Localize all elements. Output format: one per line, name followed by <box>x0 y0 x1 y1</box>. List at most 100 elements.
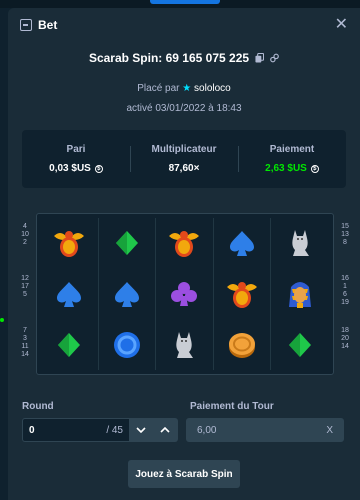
currency-icon: $ <box>310 164 319 173</box>
close-icon[interactable]: ✕ <box>335 17 348 33</box>
payline-number: 19 <box>341 299 349 306</box>
stat-multiplier-value: 87,60× <box>168 163 200 174</box>
stat-payout: Paiement 2,63 $US $ <box>238 144 346 174</box>
currency-icon: $ <box>94 164 103 173</box>
paylines-right: 15 13 8 16 1 6 19 18 20 14 <box>336 223 354 379</box>
stat-payout-value-row: 2,63 $US $ <box>238 163 346 174</box>
round-up-button[interactable] <box>153 419 177 441</box>
top-accent <box>150 0 220 4</box>
copy-icon[interactable] <box>255 53 265 63</box>
slot-board-area: 4 10 2 12 17 5 7 3 11 14 15 13 8 16 1 6 19 18 20 14 <box>8 213 360 383</box>
slot-cell <box>99 268 157 320</box>
payline-group: 15 13 8 <box>336 223 354 275</box>
spade-blue-icon <box>230 231 255 257</box>
stat-multiplier-value-row: 87,60× <box>130 163 238 174</box>
payline-group: 7 3 11 14 <box>16 327 34 379</box>
slot-cell <box>271 218 329 269</box>
payline-number: 6 <box>343 291 347 298</box>
stats-panel: Pari 0,03 $US $ Multiplicateur 87,60× Pa… <box>22 130 346 188</box>
placed-by-label: Placé par <box>137 83 180 94</box>
paylines-left: 4 10 2 12 17 5 7 3 11 14 <box>16 223 34 379</box>
chevron-down-icon <box>136 427 146 433</box>
payline-number: 15 <box>341 223 349 230</box>
club-purple-icon <box>171 281 198 306</box>
slot-cell <box>41 268 99 320</box>
scarab-icon <box>169 231 200 258</box>
payline-number: 18 <box>341 327 349 334</box>
bet-modal: Bet ✕ Scarab Spin: 69 165 075 225 Placé … <box>8 8 360 500</box>
coin-gold-icon <box>229 332 256 358</box>
username[interactable]: sololoco <box>194 83 231 94</box>
spade-blue-icon <box>114 281 139 307</box>
slot-cell <box>41 319 99 370</box>
bet-date: activé 03/01/2022 à 18:43 <box>126 103 242 114</box>
round-payout-suffix: X <box>326 424 333 436</box>
spade-blue-icon <box>57 281 82 307</box>
slot-cell <box>214 319 272 370</box>
game-id-row: Scarab Spin: 69 165 075 225 <box>8 51 360 65</box>
payline-number: 8 <box>343 239 347 246</box>
slot-cell <box>156 218 214 269</box>
status-dot <box>0 318 4 322</box>
payline-number: 10 <box>21 231 29 238</box>
payline-number: 16 <box>341 275 349 282</box>
payline-number: 13 <box>341 231 349 238</box>
placed-by-row: Placé par ★ sololoco <box>8 83 360 94</box>
payline-group: 12 17 5 <box>16 275 34 327</box>
slot-cell <box>271 319 329 370</box>
game-id: Scarab Spin: 69 165 075 225 <box>88 51 250 65</box>
modal-title: Bet <box>38 18 58 32</box>
round-label: Round <box>22 401 54 412</box>
slot-cell <box>99 319 157 370</box>
cat-statue-icon <box>176 331 194 358</box>
round-stepper: 0 / 45 <box>22 418 178 442</box>
round-payout-label: Paiement du Tour <box>190 401 274 412</box>
payline-group: 4 10 2 <box>16 223 34 275</box>
slot-cell <box>41 218 99 269</box>
play-game-button[interactable]: Jouez à Scarab Spin <box>128 460 240 488</box>
inputs-row: 0 / 45 6,00 X <box>8 418 360 442</box>
diamond-green-icon <box>58 332 81 357</box>
round-value: 0 <box>29 424 35 436</box>
payline-number: 14 <box>341 343 349 350</box>
ring-blue-icon <box>113 331 140 358</box>
controls: Round Paiement du Tour 0 / 45 6,00 X <box>8 401 360 442</box>
stat-multiplier-label: Multiplicateur <box>151 144 217 155</box>
payline-number: 2 <box>23 239 27 246</box>
slot-cell <box>214 268 272 320</box>
round-field[interactable]: 0 / 45 <box>23 419 129 441</box>
payline-number: 3 <box>23 335 27 342</box>
payline-number: 20 <box>341 335 349 342</box>
round-down-button[interactable] <box>129 419 153 441</box>
slot-cell <box>271 269 329 320</box>
scarab-icon <box>227 281 258 308</box>
stat-bet-label: Pari <box>66 144 86 155</box>
slot-cell <box>156 319 214 370</box>
stat-bet-value: 0,03 $US <box>49 163 91 174</box>
slot-cell <box>156 268 214 320</box>
round-payout-field: 6,00 X <box>186 418 344 442</box>
stat-payout-label: Paiement <box>269 144 315 155</box>
cat-statue-icon <box>292 230 310 257</box>
payline-group: 16 1 6 19 <box>336 275 354 327</box>
slot-cell <box>214 218 272 269</box>
payline-group: 18 20 14 <box>336 327 354 379</box>
payline-number: 4 <box>23 223 27 230</box>
scarab-icon <box>54 231 85 258</box>
field-labels: Round Paiement du Tour <box>8 401 360 412</box>
payline-number: 12 <box>21 275 29 282</box>
pharaoh-icon <box>289 281 312 308</box>
payline-number: 7 <box>23 327 27 334</box>
stat-payout-value: 2,63 $US <box>265 163 307 174</box>
star-icon: ★ <box>182 83 192 94</box>
link-icon[interactable] <box>270 53 279 63</box>
stat-multiplier: Multiplicateur 87,60× <box>130 144 238 174</box>
stat-bet-value-row: 0,03 $US $ <box>22 163 130 174</box>
payline-number: 5 <box>23 291 27 298</box>
slot-board <box>36 213 334 375</box>
payline-number: 11 <box>21 343 29 350</box>
payline-number: 17 <box>21 283 29 290</box>
modal-header: Bet ✕ <box>8 8 360 42</box>
diamond-green-icon <box>289 332 312 357</box>
stat-bet: Pari 0,03 $US $ <box>22 144 130 174</box>
